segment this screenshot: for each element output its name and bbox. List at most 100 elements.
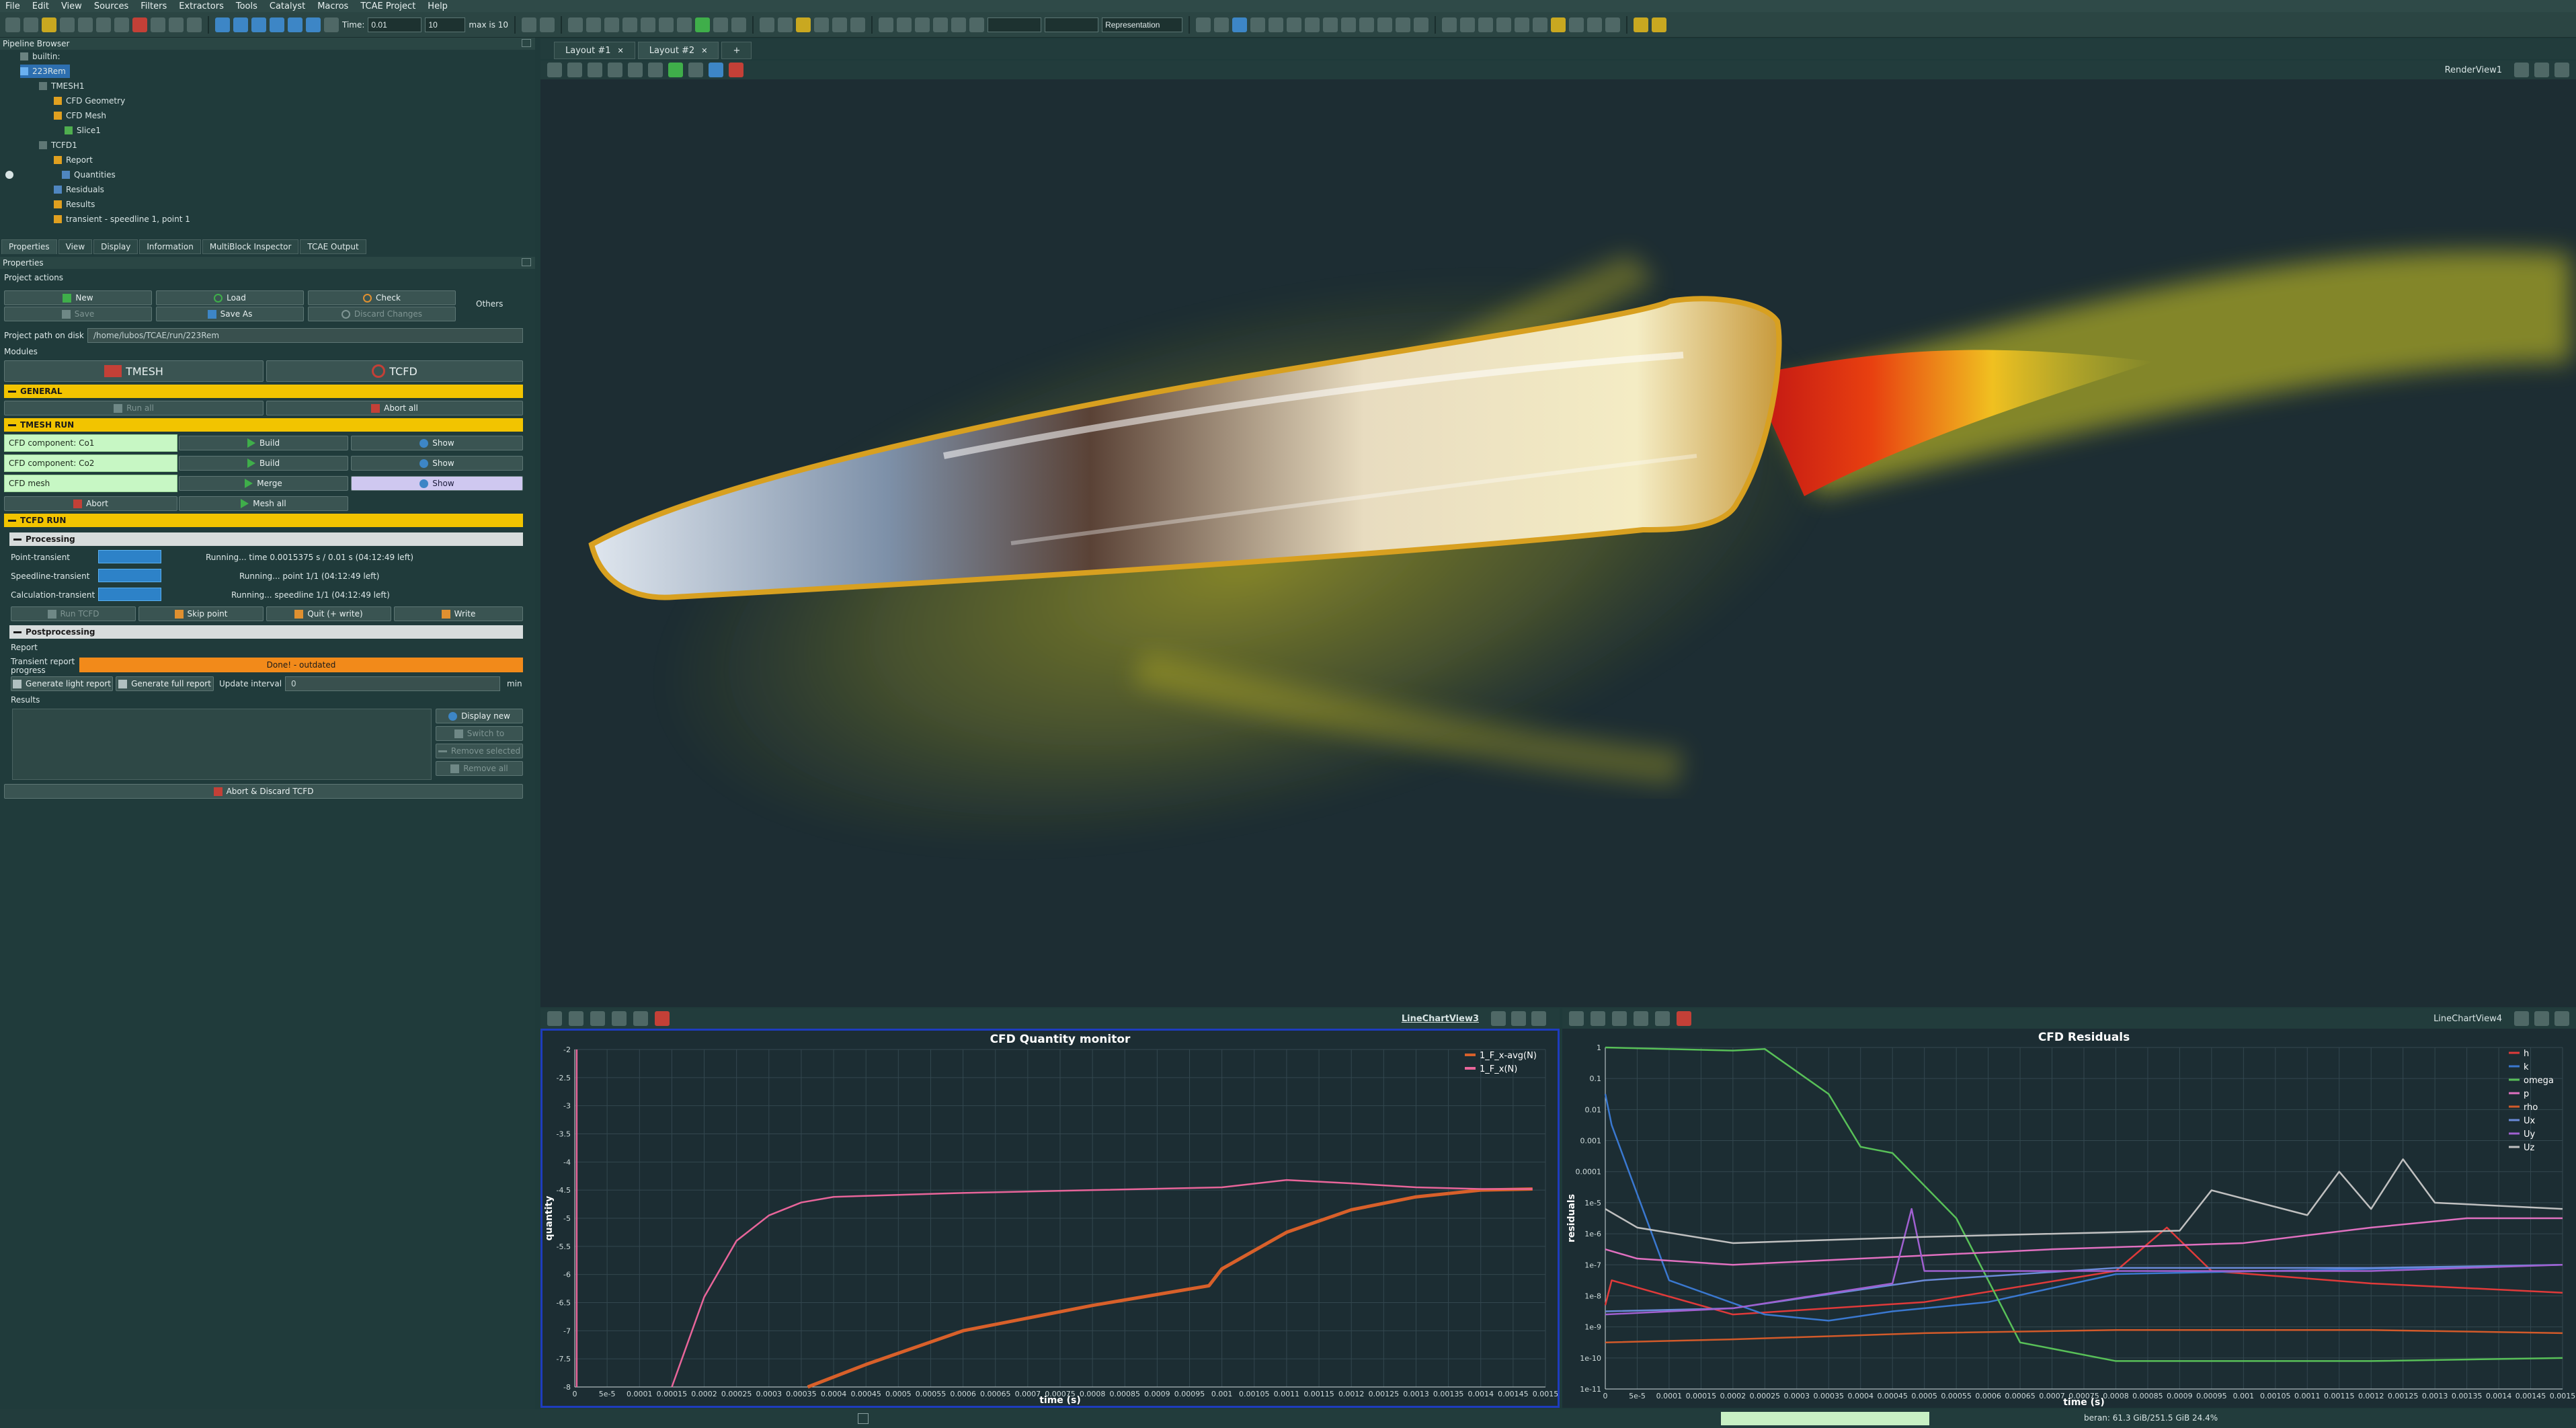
rescale-icon[interactable]: [814, 17, 830, 32]
generate-light-report-button[interactable]: Generate light report: [11, 676, 113, 691]
rotate-90-icon[interactable]: [1414, 17, 1429, 32]
last-frame-icon[interactable]: [306, 17, 321, 32]
animation-icon[interactable]: [1587, 17, 1603, 32]
split-horizontal-icon[interactable]: [897, 17, 912, 32]
clip-icon[interactable]: [604, 17, 620, 32]
menu-item-edit[interactable]: Edit: [32, 1, 49, 11]
menu-item-extractors[interactable]: Extractors: [179, 1, 224, 11]
tree-node-quantities[interactable]: Quantities: [5, 168, 116, 182]
tree-node-results[interactable]: Results: [54, 198, 95, 211]
build-co2-button[interactable]: Build: [179, 456, 348, 471]
select-points-icon[interactable]: [1634, 1011, 1648, 1026]
time-input[interactable]: [368, 17, 422, 32]
rescale-custom-icon[interactable]: [832, 17, 848, 32]
tab-layout-1[interactable]: Layout #1 ✕: [554, 42, 635, 59]
threshold-icon[interactable]: [641, 17, 656, 32]
run-tcfd-button[interactable]: Run TCFD: [11, 606, 136, 621]
tree-node-tcfd1[interactable]: TCFD1: [39, 138, 77, 152]
tab-display[interactable]: Display: [93, 239, 138, 254]
tree-node-cfd-mesh[interactable]: CFD Mesh: [54, 109, 106, 122]
select-frustum-icon[interactable]: [668, 63, 683, 77]
view-minus-y-icon[interactable]: [1305, 17, 1320, 32]
loop-icon[interactable]: [324, 17, 339, 32]
screenshot-icon[interactable]: [1569, 17, 1584, 32]
slice-icon[interactable]: [622, 17, 638, 32]
split-horizontal-icon[interactable]: [1491, 1011, 1506, 1026]
write-button[interactable]: Write: [394, 606, 523, 621]
menu-item-macros[interactable]: Macros: [317, 1, 348, 11]
view-plus-z-icon[interactable]: [1323, 17, 1338, 32]
generate-full-report-button[interactable]: Generate full report: [116, 676, 214, 691]
tcfd-module-button[interactable]: TCFD: [266, 360, 523, 382]
layout-icon[interactable]: [879, 17, 894, 32]
processing-section-header[interactable]: Processing: [9, 532, 523, 546]
maximize-icon[interactable]: [933, 17, 949, 32]
reset-camera-icon[interactable]: [1196, 17, 1211, 32]
update-interval-input[interactable]: 0: [285, 676, 500, 691]
python-shell-icon[interactable]: [1605, 17, 1621, 32]
tmesh-run-section-header[interactable]: TMESH RUN: [4, 418, 523, 432]
zoom-in-icon[interactable]: [1591, 1011, 1605, 1026]
close-tab-icon[interactable]: ✕: [618, 46, 624, 55]
tree-node-tmesh1[interactable]: TMESH1: [39, 79, 85, 93]
select-surface-points-icon[interactable]: [648, 63, 663, 77]
project-path-field[interactable]: /home/lubos/TCAE/run/223Rem: [87, 328, 523, 343]
eye-icon[interactable]: [5, 171, 13, 179]
split-vertical-icon[interactable]: [915, 17, 930, 32]
tmesh-module-button[interactable]: TMESH: [4, 360, 264, 382]
save-as-button[interactable]: Save As: [156, 307, 304, 321]
load-button[interactable]: Load: [156, 290, 304, 305]
contour-icon[interactable]: [586, 17, 602, 32]
display-new-button[interactable]: Display new: [436, 709, 523, 723]
build-co1-button[interactable]: Build: [179, 436, 348, 450]
play-reverse-icon[interactable]: [251, 17, 266, 32]
chart-options-icon[interactable]: [633, 1011, 648, 1026]
close-view-icon[interactable]: [2554, 1011, 2569, 1026]
menu-item-file[interactable]: File: [5, 1, 20, 11]
mesh-all-button[interactable]: Mesh all: [179, 496, 348, 511]
close-view-icon[interactable]: [969, 17, 985, 32]
quantity-monitor-chart[interactable]: CFD Quantity monitor time (s) quantity -2 -2…: [540, 1029, 1560, 1408]
zoom-icon[interactable]: [522, 17, 537, 32]
tab-information[interactable]: Information: [139, 239, 201, 254]
show-co1-button[interactable]: Show: [351, 436, 523, 450]
show-co2-button[interactable]: Show: [351, 456, 523, 471]
add-selection-icon[interactable]: [709, 63, 723, 77]
select-polygon-icon[interactable]: [688, 63, 703, 77]
zoom-out-icon[interactable]: [1612, 1011, 1627, 1026]
zoom-in-icon[interactable]: [569, 1011, 583, 1026]
view-minus-x-icon[interactable]: [1269, 17, 1284, 32]
menu-item-filters[interactable]: Filters: [140, 1, 167, 11]
extract-subset-icon[interactable]: [659, 17, 674, 32]
tab-layout-2[interactable]: Layout #2 ✕: [637, 42, 719, 59]
view-minus-z-icon[interactable]: [1341, 17, 1357, 32]
tree-node-builtin[interactable]: builtin:: [20, 50, 61, 63]
stream-tracer-icon[interactable]: [695, 17, 711, 32]
select-cells-icon[interactable]: [1442, 17, 1457, 32]
rescale-visible-icon[interactable]: [850, 17, 866, 32]
tree-node-223rem[interactable]: 223Rem: [20, 65, 70, 78]
zoom-closest-icon[interactable]: [540, 17, 555, 32]
previous-frame-icon[interactable]: [233, 17, 248, 32]
tab-properties[interactable]: Properties: [1, 239, 57, 254]
new-layout-tab[interactable]: +: [721, 42, 752, 59]
toggle-3d-icon[interactable]: [588, 63, 602, 77]
save-button[interactable]: Save: [4, 307, 152, 321]
quit-write-button[interactable]: Quit (+ write): [266, 606, 391, 621]
abort-tmesh-button[interactable]: Abort: [4, 496, 177, 511]
discard-changes-button[interactable]: Discard Changes: [308, 307, 456, 321]
coloring-select[interactable]: [988, 17, 1042, 32]
group-datasets-icon[interactable]: [731, 17, 747, 32]
next-frame-icon[interactable]: [288, 17, 303, 32]
save-data-icon[interactable]: [24, 17, 38, 32]
run-all-button[interactable]: Run all: [4, 401, 264, 415]
rotate-cw-icon[interactable]: [1377, 17, 1393, 32]
view-plus-x-icon[interactable]: [1250, 17, 1266, 32]
orientation-icon[interactable]: [1232, 17, 1248, 32]
switch-to-button[interactable]: Switch to: [436, 726, 523, 741]
select-surface-cells-icon[interactable]: [628, 63, 643, 77]
tree-node-residuals[interactable]: Residuals: [54, 183, 104, 196]
rotate-ccw-icon[interactable]: [1396, 17, 1411, 32]
zoom-out-icon[interactable]: [590, 1011, 605, 1026]
menu-item-sources[interactable]: Sources: [94, 1, 128, 11]
